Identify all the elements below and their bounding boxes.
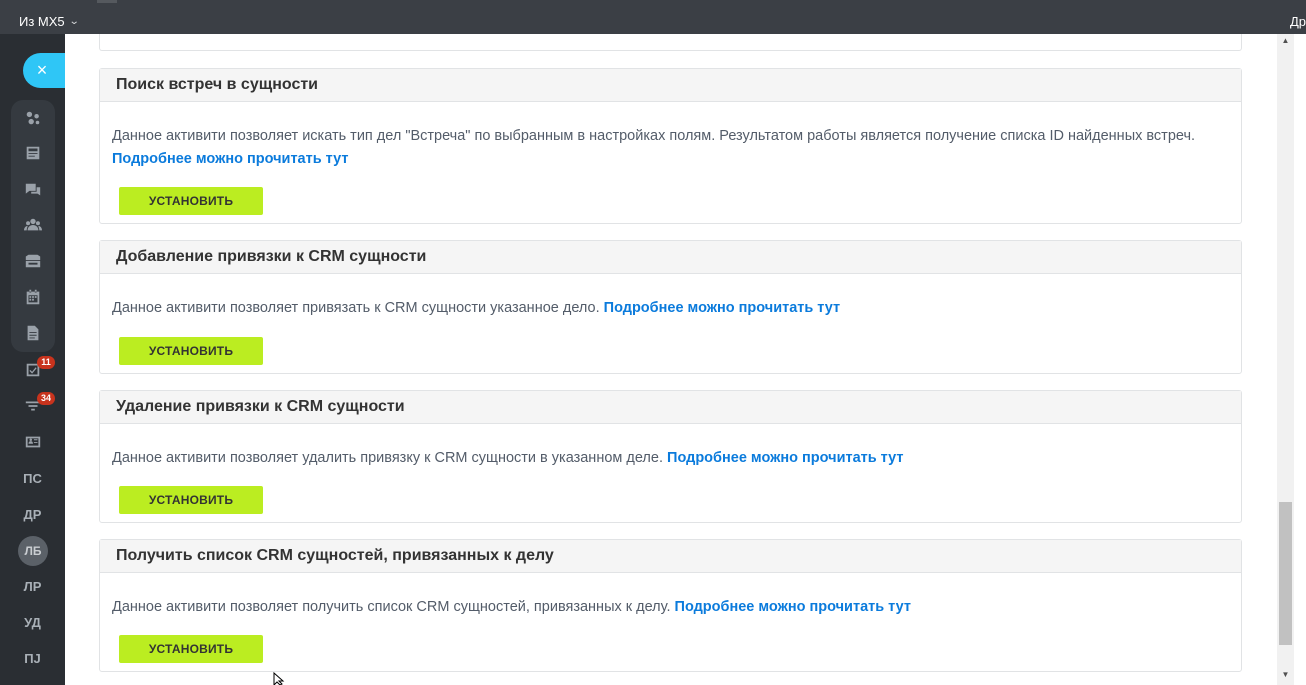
- chevron-down-icon: ⌄: [68, 16, 80, 27]
- top-right-menu-label[interactable]: Др: [1290, 14, 1306, 29]
- activity-card: Удаление привязки к CRM сущности Данное …: [99, 390, 1242, 523]
- portal-name: Из MX5: [19, 14, 65, 29]
- close-icon: ×: [36, 60, 48, 80]
- vertical-scrollbar[interactable]: ▲ ▼: [1277, 34, 1294, 685]
- install-button[interactable]: УСТАНОВИТЬ: [119, 187, 263, 215]
- description-text: Данное активити позволяет удалить привяз…: [112, 450, 663, 466]
- activity-card: Получить список CRM сущностей, привязанн…: [99, 539, 1242, 672]
- activities-panel: Поиск встреч в сущности Данное активити …: [65, 34, 1306, 685]
- description-text: Данное активити позволяет привязать к CR…: [112, 300, 600, 316]
- activity-card: Поиск встреч в сущности Данное активити …: [99, 68, 1242, 224]
- contacts-icon[interactable]: [21, 430, 45, 454]
- card-description: Данное активити позволяет удалить привяз…: [112, 447, 1201, 470]
- chat-icon[interactable]: [21, 178, 45, 202]
- scroll-down-arrow-icon[interactable]: ▼: [1277, 670, 1294, 684]
- sidebar-item-lr[interactable]: ЛР: [0, 579, 65, 594]
- read-more-link[interactable]: Подробнее можно прочитать тут: [667, 450, 903, 466]
- read-more-link[interactable]: Подробнее можно прочитать тут: [675, 599, 911, 615]
- documents-icon[interactable]: [21, 321, 45, 345]
- card-description: Данное активити позволяет искать тип дел…: [112, 125, 1201, 171]
- filter-count-badge: 34: [37, 392, 55, 405]
- install-button[interactable]: УСТАНОВИТЬ: [119, 337, 263, 365]
- tab-indicator: [97, 0, 117, 3]
- card-header: Поиск встреч в сущности: [100, 69, 1241, 102]
- sidebar-item-ud[interactable]: УД: [0, 615, 65, 630]
- sidebar-item-dr[interactable]: ДР: [0, 507, 65, 522]
- description-text: Данное активити позволяет получить списо…: [112, 599, 671, 615]
- top-bar: Из MX5 ⌄ Др: [0, 0, 1306, 34]
- tasks-count-badge: 11: [37, 356, 55, 369]
- card-header: Удаление привязки к CRM сущности: [100, 391, 1241, 424]
- description-text: Данное активити позволяет искать тип дел…: [112, 128, 1196, 144]
- read-more-link[interactable]: Подробнее можно прочитать тут: [604, 300, 840, 316]
- scroll-up-arrow-icon[interactable]: ▲: [1277, 36, 1294, 50]
- crm-icon[interactable]: [21, 249, 45, 273]
- card-description: Данное активити позволяет получить списо…: [112, 596, 1201, 619]
- calendar-icon[interactable]: [21, 285, 45, 309]
- activity-card: Добавление привязки к CRM сущности Данно…: [99, 240, 1242, 374]
- read-more-link[interactable]: Подробнее можно прочитать тут: [112, 151, 348, 167]
- card-title: Получить список CRM сущностей, привязанн…: [116, 547, 554, 564]
- activity-card-previous: [99, 34, 1242, 51]
- portal-switcher[interactable]: Из MX5 ⌄: [19, 14, 80, 29]
- card-header: Получить список CRM сущностей, привязанн…: [100, 540, 1241, 573]
- install-button[interactable]: УСТАНОВИТЬ: [119, 635, 263, 663]
- sidebar-item-pj[interactable]: ПЈ: [0, 651, 65, 666]
- feed-icon[interactable]: [21, 141, 45, 165]
- card-header: Добавление привязки к CRM сущности: [100, 241, 1241, 274]
- card-title: Добавление привязки к CRM сущности: [116, 248, 427, 265]
- card-description: Данное активити позволяет привязать к CR…: [112, 297, 1201, 320]
- avatar[interactable]: ЛБ: [18, 536, 48, 566]
- sidebar-item-ps[interactable]: ПС: [0, 471, 65, 486]
- sites-icon[interactable]: [21, 106, 45, 130]
- employees-icon[interactable]: [21, 213, 45, 237]
- scrollbar-thumb[interactable]: [1279, 502, 1292, 646]
- card-title: Удаление привязки к CRM сущности: [116, 398, 405, 415]
- install-button[interactable]: УСТАНОВИТЬ: [119, 486, 263, 514]
- avatar-initials: ЛБ: [24, 544, 42, 558]
- mouse-cursor-icon: [273, 672, 285, 685]
- close-slider-button[interactable]: ×: [23, 53, 65, 88]
- card-title: Поиск встреч в сущности: [116, 76, 319, 93]
